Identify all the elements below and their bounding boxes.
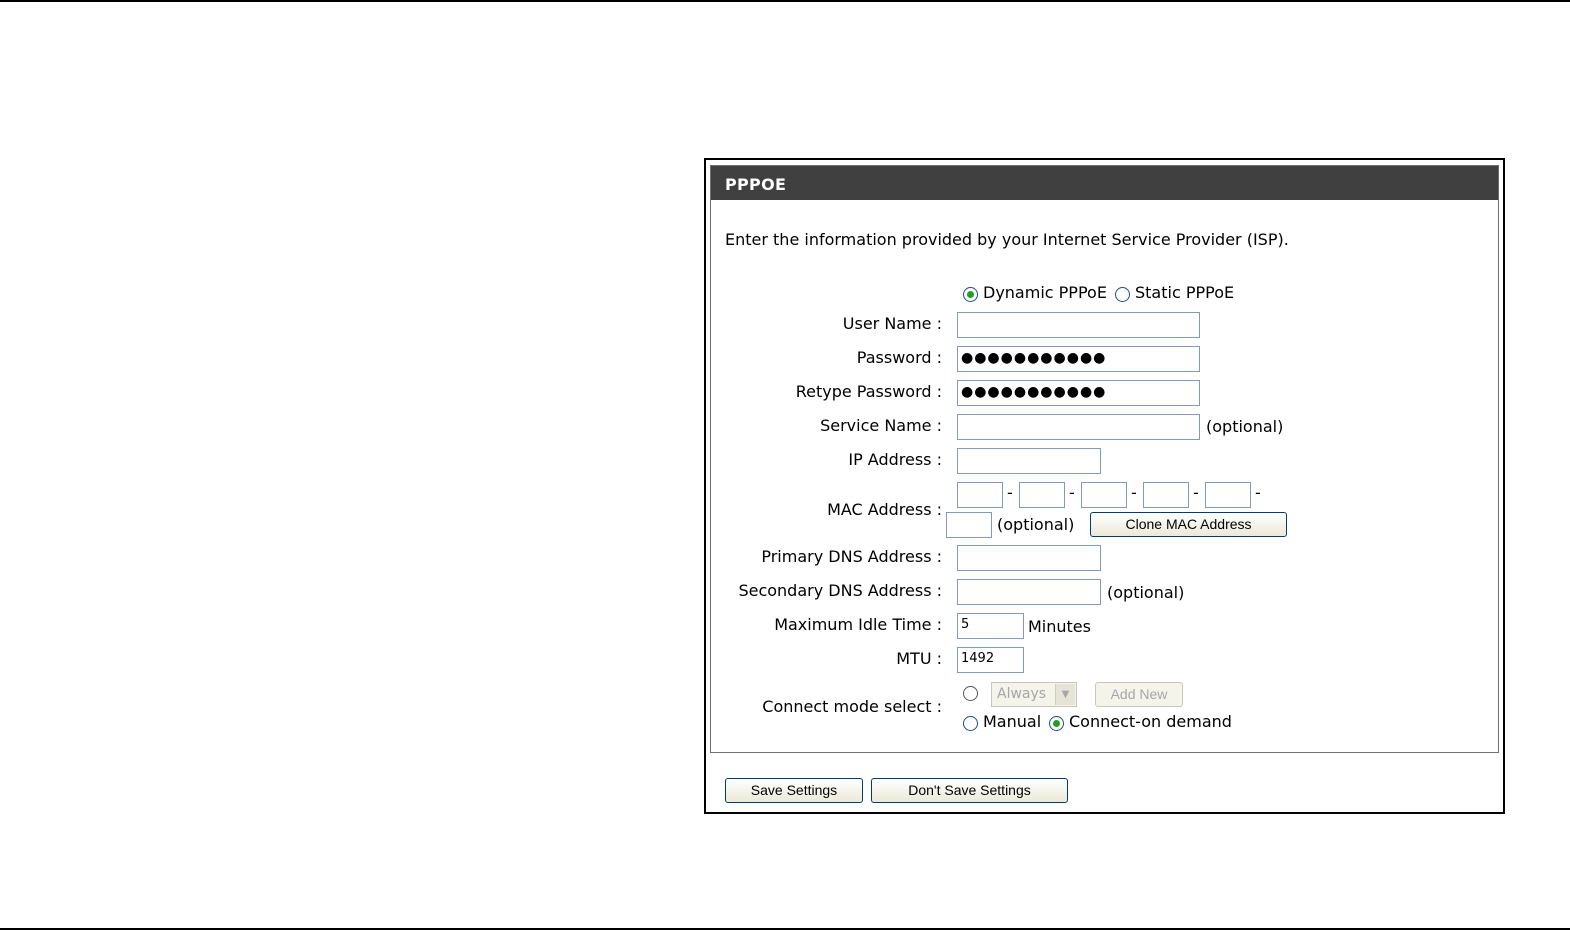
service-name-optional: (optional): [1206, 417, 1284, 436]
retype-password-input[interactable]: ●●●●●●●●●●●: [957, 380, 1200, 406]
schedule-select-value: Always: [997, 686, 1047, 702]
mac-separator: -: [1007, 483, 1013, 502]
secondary-dns-input[interactable]: [957, 579, 1101, 605]
mac-octet-4-input[interactable]: [1143, 482, 1189, 508]
primary-dns-input[interactable]: [957, 545, 1101, 571]
mac-octet-6-input[interactable]: [946, 512, 992, 538]
top-divider: [0, 0, 1570, 2]
static-pppoe-label: Static PPPoE: [1135, 283, 1235, 302]
mac-address-label: MAC Address :: [827, 500, 942, 519]
user-name-input[interactable]: [957, 312, 1200, 338]
manual-label: Manual: [983, 712, 1042, 731]
mac-address-optional: (optional): [997, 515, 1075, 534]
connect-mode-label: Connect mode select :: [762, 697, 942, 716]
clone-mac-address-button[interactable]: Clone MAC Address: [1090, 512, 1287, 537]
mac-separator: -: [1069, 483, 1075, 502]
secondary-dns-label: Secondary DNS Address :: [738, 581, 942, 600]
mtu-label: MTU :: [896, 649, 942, 668]
primary-dns-label: Primary DNS Address :: [761, 547, 942, 566]
static-pppoe-radio[interactable]: [1115, 287, 1130, 302]
user-name-label: User Name :: [842, 314, 942, 333]
idle-time-unit: Minutes: [1028, 617, 1091, 636]
mac-octet-2-input[interactable]: [1019, 482, 1065, 508]
panel-title: PPPOE: [711, 166, 1498, 200]
schedule-radio[interactable]: [963, 686, 978, 701]
mac-octet-3-input[interactable]: [1081, 482, 1127, 508]
pppoe-panel: PPPOE Enter the information provided by …: [710, 165, 1499, 753]
save-settings-button[interactable]: Save Settings: [725, 778, 863, 803]
idle-time-label: Maximum Idle Time :: [774, 615, 942, 634]
mtu-input[interactable]: 1492: [957, 647, 1024, 673]
connect-on-demand-radio[interactable]: [1049, 716, 1064, 731]
chevron-down-icon: ▼: [1055, 684, 1075, 705]
bottom-divider: [0, 928, 1570, 930]
dont-save-settings-button[interactable]: Don't Save Settings: [871, 778, 1068, 803]
mac-separator: -: [1131, 483, 1137, 502]
retype-password-label: Retype Password :: [795, 382, 942, 401]
connect-on-demand-label: Connect-on demand: [1069, 712, 1232, 731]
password-input[interactable]: ●●●●●●●●●●●: [957, 346, 1200, 372]
ip-address-label: IP Address :: [848, 450, 942, 469]
manual-radio[interactable]: [963, 716, 978, 731]
add-new-button[interactable]: Add New: [1095, 682, 1183, 707]
secondary-dns-optional: (optional): [1107, 583, 1185, 602]
schedule-select[interactable]: Always ▼: [991, 682, 1077, 707]
password-label: Password :: [856, 348, 942, 367]
pppoe-settings-frame: PPPOE Enter the information provided by …: [704, 158, 1505, 814]
ip-address-input[interactable]: [957, 448, 1101, 474]
intro-text: Enter the information provided by your I…: [725, 230, 1289, 249]
mac-octet-1-input[interactable]: [957, 482, 1003, 508]
dynamic-pppoe-radio[interactable]: [963, 287, 978, 302]
mac-separator: -: [1193, 483, 1199, 502]
dynamic-pppoe-label: Dynamic PPPoE: [983, 283, 1107, 302]
service-name-input[interactable]: [957, 414, 1200, 440]
mac-octet-5-input[interactable]: [1205, 482, 1251, 508]
mac-separator: -: [1255, 483, 1261, 502]
service-name-label: Service Name :: [820, 416, 942, 435]
idle-time-input[interactable]: 5: [957, 613, 1024, 639]
